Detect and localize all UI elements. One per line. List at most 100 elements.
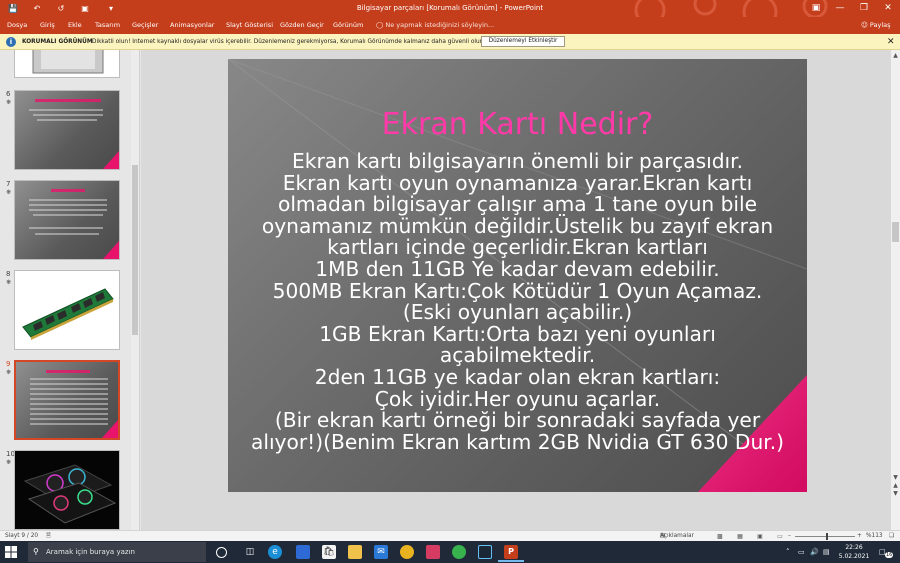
taskbar-search-box[interactable]: ⚲ Aramak için buraya yazın xyxy=(28,542,206,562)
tab-review[interactable]: Gözden Geçir xyxy=(280,17,324,34)
animation-star-icon: ❋ xyxy=(6,99,12,106)
thumbnail-text-line xyxy=(33,114,103,116)
tell-me-placeholder: Ne yapmak istediğinizi söyleyin... xyxy=(385,21,495,29)
volume-icon[interactable]: 🔊 xyxy=(810,541,819,563)
thumbnail-accent-triangle xyxy=(102,420,118,438)
next-slide-icon[interactable]: ▼ xyxy=(891,490,900,497)
zoom-slider-thumb[interactable] xyxy=(826,533,828,540)
tab-animations[interactable]: Animasyonlar xyxy=(170,17,214,34)
previous-slide-icon[interactable]: ▲ xyxy=(891,482,900,489)
graphics-card-image xyxy=(15,451,119,529)
thumbnail-title-line xyxy=(46,370,90,373)
utorrent-icon[interactable] xyxy=(452,545,466,559)
slide-body-line: Çok iyidir.Her oyunu açarlar. xyxy=(374,386,661,411)
title-bar: 💾 ↶ ↺ ▣ ▾ Bilgisayar parçaları [Korumalı… xyxy=(0,0,900,17)
thumbnail-text-line xyxy=(29,199,107,201)
tab-slide-show[interactable]: Slayt Gösterisi xyxy=(226,17,273,34)
slide-body-line: 1GB Ekran Kartı:Orta bazı yeni oyunları xyxy=(319,321,716,346)
share-button[interactable]: ☺ Paylaş xyxy=(861,17,891,34)
scroll-up-icon[interactable]: ▲ xyxy=(891,52,900,59)
active-app-indicator xyxy=(498,560,524,562)
ribbon-display-options-icon[interactable]: ▣ xyxy=(804,0,828,17)
tab-insert[interactable]: Ekle xyxy=(68,17,82,34)
thumbnail-text-line xyxy=(33,214,103,216)
steam-icon[interactable] xyxy=(478,545,492,559)
slide-body-text[interactable]: Ekran kartı bilgisayarın önemli bir parç… xyxy=(232,150,803,453)
reading-view-icon[interactable]: ▣ xyxy=(754,532,766,541)
thumbnail-text-line xyxy=(30,383,108,385)
status-bar: Slayt 9 / 20 🗎 ▤ Açıklamalar ▩ ▦ ▣ ▭ – +… xyxy=(0,530,900,541)
editor-scrollbar[interactable]: ▲ ▼ ▲ ▼ xyxy=(891,50,900,530)
clock-date: 5.02.2021 xyxy=(838,553,870,560)
scroll-down-icon[interactable]: ▼ xyxy=(891,474,900,481)
network-icon[interactable]: ▤ xyxy=(823,541,830,563)
photos-icon[interactable] xyxy=(426,545,440,559)
slide-show-icon[interactable]: ▭ xyxy=(774,532,786,541)
thumbnail-number: 7 xyxy=(6,180,11,188)
animation-star-icon: ❋ xyxy=(6,459,12,466)
slide-thumbnail-pane: 6 ❋ 7 ❋ 8 ❋ 9 ❋ 10 ❋ xyxy=(0,50,140,530)
tab-file[interactable]: Dosya xyxy=(7,17,27,34)
thumbnail-scrollbar[interactable] xyxy=(131,50,139,530)
file-explorer-icon[interactable] xyxy=(348,545,362,559)
store-icon[interactable]: 🛍 xyxy=(322,545,336,559)
minimize-icon[interactable]: — xyxy=(828,0,852,17)
thumbnail-accent-triangle xyxy=(103,151,119,169)
thumbnail-text-line xyxy=(30,378,108,380)
slide-title[interactable]: Ekran Kartı Nedir? xyxy=(228,107,807,142)
windows-start-icon[interactable] xyxy=(4,545,18,559)
lightbulb-icon: ◯ xyxy=(376,21,384,29)
tab-design[interactable]: Tasarım xyxy=(95,17,120,34)
cortana-icon[interactable] xyxy=(216,547,227,558)
thumbnail-text-line xyxy=(29,109,103,111)
copilot-icon[interactable] xyxy=(296,545,310,559)
slide-editor: Ekran Kartı Nedir? Ekran kartı bilgisaya… xyxy=(141,50,891,530)
thumbnail-slide-10[interactable] xyxy=(14,450,120,530)
restore-icon[interactable]: ❐ xyxy=(852,0,876,17)
search-icon: ⚲ xyxy=(33,547,39,556)
task-view-icon[interactable]: ◫ xyxy=(243,545,257,559)
thumbnail-slide-5[interactable] xyxy=(14,50,120,78)
zoom-slider[interactable] xyxy=(795,536,855,537)
thumbnail-text-line xyxy=(30,413,108,415)
share-label: Paylaş xyxy=(869,21,891,29)
window-title: Bilgisayar parçaları [Korumalı Görünüm] … xyxy=(356,4,544,12)
notification-center-icon[interactable]: □ xyxy=(879,541,886,563)
current-slide[interactable]: Ekran Kartı Nedir? Ekran kartı bilgisaya… xyxy=(228,59,807,492)
tab-home[interactable]: Giriş xyxy=(40,17,55,34)
slide-sorter-icon[interactable]: ▦ xyxy=(734,532,746,541)
editor-scroll-thumb[interactable] xyxy=(892,222,899,242)
chrome-icon[interactable] xyxy=(400,545,414,559)
battery-icon[interactable]: ▭ xyxy=(798,541,805,563)
show-hidden-icons-icon[interactable]: ˄ xyxy=(786,541,790,563)
thumbnail-slide-9-selected[interactable] xyxy=(14,360,120,440)
thumbnail-text-line xyxy=(30,393,108,395)
windows-taskbar: ⚲ Aramak için buraya yazın ◫ e 🛍 ✉ P ˄ ▭… xyxy=(0,541,900,563)
thumbnail-number: 8 xyxy=(6,270,11,278)
thumbnail-slide-7[interactable] xyxy=(14,180,120,260)
tell-me-box[interactable]: ◯ Ne yapmak istediğinizi söyleyin... xyxy=(376,17,494,34)
thumbnail-slide-6[interactable] xyxy=(14,90,120,170)
animation-star-icon: ❋ xyxy=(6,279,12,286)
person-icon: ☺ xyxy=(861,21,868,29)
taskbar-search-placeholder: Aramak için buraya yazın xyxy=(46,548,135,556)
ribbon-tabs: Dosya Giriş Ekle Tasarım Geçişler Animas… xyxy=(0,17,900,34)
tab-transitions[interactable]: Geçişler xyxy=(132,17,158,34)
thumbnail-text-line xyxy=(29,209,107,211)
tab-view[interactable]: Görünüm xyxy=(333,17,363,34)
taskbar-clock[interactable]: 22:26 5.02.2021 xyxy=(836,543,872,561)
close-bar-icon[interactable]: ✕ xyxy=(887,34,895,50)
thumbnail-scroll-thumb[interactable] xyxy=(132,165,138,335)
ram-module-image xyxy=(22,288,114,340)
close-icon[interactable]: ✕ xyxy=(876,0,900,17)
powerpoint-icon[interactable]: P xyxy=(504,545,518,559)
slide-body-line: (Bir ekran kartı örneği bir sonradaki sa… xyxy=(274,408,761,433)
slide-body-line: 2den 11GB ye kadar olan ekran kartları: xyxy=(314,364,721,389)
thumbnail-slide-8[interactable] xyxy=(14,270,120,350)
thumbnail-text-line xyxy=(35,233,99,235)
thumbnail-number: 6 xyxy=(6,90,11,98)
enable-editing-button[interactable]: Düzenlemeyi Etkinleştir xyxy=(481,36,565,47)
normal-view-icon[interactable]: ▩ xyxy=(714,532,726,541)
mail-icon[interactable]: ✉ xyxy=(374,545,388,559)
edge-icon[interactable]: e xyxy=(268,545,282,559)
